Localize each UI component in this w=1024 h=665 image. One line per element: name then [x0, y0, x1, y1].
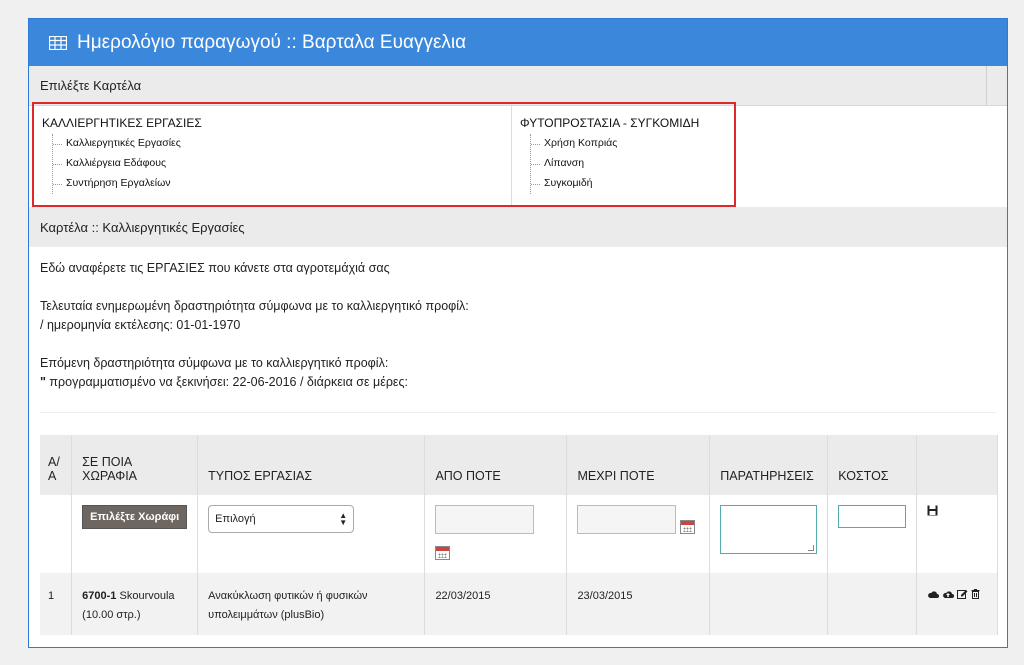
col-header-num: Α/Α — [40, 435, 73, 495]
tab-group-title: ΦΥΤΟΠΡΟΣΤΑΣΙΑ - ΣΥΓΚΟΜΙΔΗ — [520, 116, 700, 130]
panel-title: Ημερολόγιο παραγωγού :: Βαρταλα Ευαγγελι… — [77, 31, 467, 53]
select-field-button[interactable]: Επιλέξτε Χωράφι — [82, 505, 188, 529]
row-to: 23/03/2015 — [566, 573, 711, 635]
edit-icon[interactable] — [957, 589, 968, 599]
select-card-bar: Επιλέξτε Καρτέλα — [29, 66, 1007, 106]
panel-header: Ημερολόγιο παραγωγού :: Βαρταλα Ευαγγελι… — [29, 19, 1007, 66]
col-header-notes: ΠΑΡΑΤΗΡΗΣΕΙΣ — [709, 435, 829, 495]
select-arrows-icon: ▲ ▼ — [339, 511, 348, 527]
tasks-table: Α/Α ΣΕ ΠΟΙΑ ΧΩΡΑΦΙΑ ΤΥΠΟΣ ΕΡΓΑΣΙΑΣ ΑΠΟ Π… — [40, 435, 998, 635]
row-num: 1 — [40, 573, 73, 635]
card-tabs-box: ΚΑΛΛΙΕΡΓΗΤΙΚΕΣ ΕΡΓΑΣΙΕΣ Καλλιεργητικές Ε… — [32, 102, 736, 207]
notes-textarea[interactable] — [720, 505, 818, 554]
tab-group-title: ΚΑΛΛΙΕΡΓΗΤΙΚΕΣ ΕΡΓΑΣΙΕΣ — [42, 116, 202, 130]
card-intro: Εδώ αναφέρετε τις ΕΡΓΑΣΙΕΣ που κάνετε στ… — [40, 261, 390, 275]
col-header-to: ΜΕΧΡΙ ΠΟΤΕ — [566, 435, 711, 495]
row-from: 22/03/2015 — [424, 573, 568, 635]
col-header-from: ΑΠΟ ΠΟΤΕ — [424, 435, 568, 495]
row-cost — [827, 573, 918, 635]
col-header-actions — [916, 435, 998, 495]
row-notes — [709, 573, 829, 635]
calendar-icon[interactable] — [680, 520, 696, 534]
row-field-code: 6700-1 — [82, 590, 117, 602]
row-type: Ανακύκλωση φυτικών ή φυσικών υπολειμμάτω… — [197, 573, 426, 635]
tab-item-harvest[interactable]: Συγκομιδή — [531, 174, 699, 194]
save-icon[interactable] — [927, 505, 938, 516]
card-title-bar: Καρτέλα :: Καλλιεργητικές Εργασίες — [29, 207, 1007, 247]
cloud-upload-icon[interactable] — [942, 590, 955, 599]
tab-item-cultivation-work[interactable]: Καλλιεργητικές Εργασίες — [53, 134, 202, 154]
task-type-selected: Επιλογή — [215, 513, 256, 525]
next-activity-label: Επόμενη δραστηριότητα σύμφωνα με το καλλ… — [40, 356, 389, 370]
next-activity-schedule: προγραμματισμένο να ξεκινήσει: 22-06-201… — [45, 375, 408, 389]
row-field: 6700-1 Skourvoula (10.00 στρ.) — [71, 573, 199, 635]
row-field-area: (10.00 στρ.) — [82, 609, 141, 621]
tab-group-cultivation: ΚΑΛΛΙΕΡΓΗΤΙΚΕΣ ΕΡΓΑΣΙΕΣ Καλλιεργητικές Ε… — [42, 116, 202, 194]
row-field-name: Skourvoula — [116, 590, 175, 602]
new-task-row: Επιλέξτε Χωράφι Επιλογή ▲ ▼ — [40, 495, 998, 573]
tab-group-protection-harvest: ΦΥΤΟΠΡΟΣΤΑΣΙΑ - ΣΥΓΚΟΜΙΔΗ Χρήση Κοπριάς … — [520, 116, 699, 194]
col-header-field: ΣΕ ΠΟΙΑ ΧΩΡΑΦΙΑ — [71, 435, 199, 495]
table-header-row: Α/Α ΣΕ ΠΟΙΑ ΧΩΡΑΦΙΑ ΤΥΠΟΣ ΕΡΓΑΣΙΑΣ ΑΠΟ Π… — [40, 435, 998, 495]
last-activity-date: / ημερομηνία εκτέλεσης: 01-01-1970 — [40, 318, 241, 332]
cost-input[interactable] — [838, 505, 907, 528]
calendar-icon[interactable] — [435, 546, 451, 560]
tab-item-fertilization[interactable]: Λίπανση — [531, 154, 699, 174]
from-date-input[interactable] — [435, 505, 535, 534]
tab-item-soil-cultivation[interactable]: Καλλιέργεια Εδάφους — [53, 154, 202, 174]
tab-item-manure-use[interactable]: Χρήση Κοπριάς — [531, 134, 699, 154]
card-info: Εδώ αναφέρετε τις ΕΡΓΑΣΙΕΣ που κάνετε στ… — [40, 259, 469, 411]
last-activity-label: Τελευταία ενημερωμένη δραστηριότητα σύμφ… — [40, 299, 469, 313]
trash-icon[interactable] — [971, 589, 980, 599]
table-row: 1 6700-1 Skourvoula (10.00 στρ.) Ανακύκλ… — [40, 573, 998, 635]
select-card-label: Επιλέξτε Καρτέλα — [40, 78, 142, 93]
table-icon — [49, 35, 67, 50]
card-title: Καρτέλα :: Καλλιεργητικές Εργασίες — [40, 219, 245, 235]
col-header-cost: ΚΟΣΤΟΣ — [827, 435, 918, 495]
col-header-type: ΤΥΠΟΣ ΕΡΓΑΣΙΑΣ — [197, 435, 426, 495]
task-type-select[interactable]: Επιλογή ▲ ▼ — [208, 505, 355, 533]
cloud-icon[interactable] — [927, 590, 940, 599]
row-actions — [916, 573, 998, 635]
to-date-input[interactable] — [577, 505, 677, 534]
producer-diary-panel: Ημερολόγιο παραγωγού :: Βαρταλα Ευαγγελι… — [28, 18, 1008, 648]
tab-item-tool-maintenance[interactable]: Συντήρηση Εργαλείων — [53, 174, 202, 194]
